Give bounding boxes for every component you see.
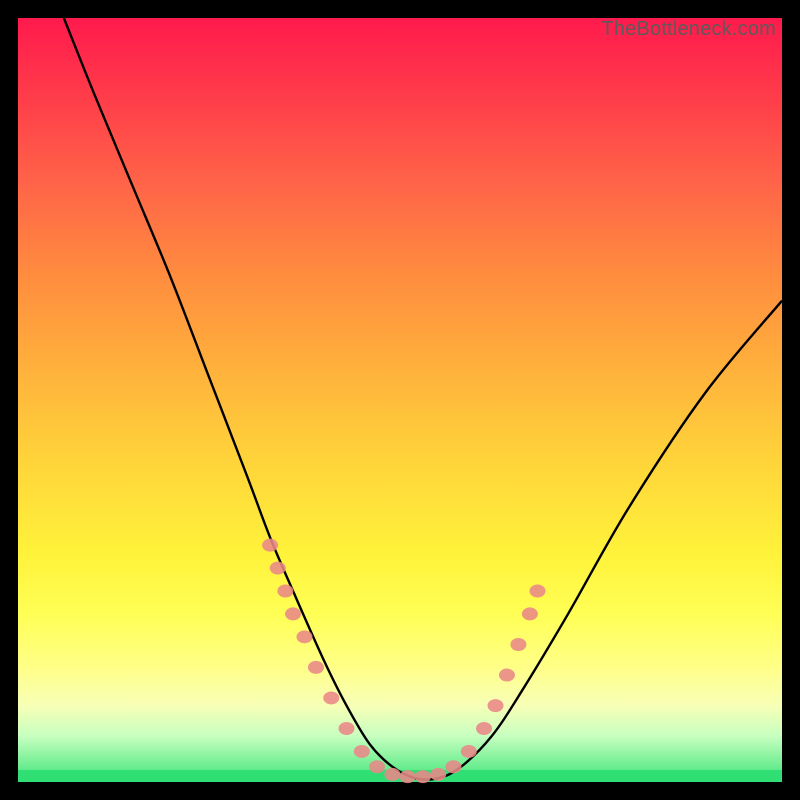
marker-point xyxy=(430,768,446,781)
marker-point xyxy=(510,638,526,651)
chart-frame: TheBottleneck.com xyxy=(0,0,800,800)
marker-point xyxy=(384,768,400,781)
sample-markers xyxy=(262,539,545,783)
chart-svg xyxy=(18,18,782,782)
marker-point xyxy=(400,770,416,783)
marker-point xyxy=(476,722,492,735)
bottleneck-curve xyxy=(64,18,782,780)
marker-point xyxy=(297,630,313,643)
marker-point xyxy=(308,661,324,674)
marker-point xyxy=(270,562,286,575)
marker-point xyxy=(461,745,477,758)
marker-point xyxy=(522,607,538,620)
marker-point xyxy=(354,745,370,758)
marker-point xyxy=(339,722,355,735)
marker-point xyxy=(530,585,546,598)
marker-point xyxy=(499,669,515,682)
marker-point xyxy=(323,691,339,704)
marker-point xyxy=(488,699,504,712)
plot-area: TheBottleneck.com xyxy=(18,18,782,782)
marker-point xyxy=(277,585,293,598)
marker-point xyxy=(415,770,431,783)
marker-point xyxy=(262,539,278,552)
marker-point xyxy=(369,760,385,773)
marker-point xyxy=(445,760,461,773)
marker-point xyxy=(285,607,301,620)
